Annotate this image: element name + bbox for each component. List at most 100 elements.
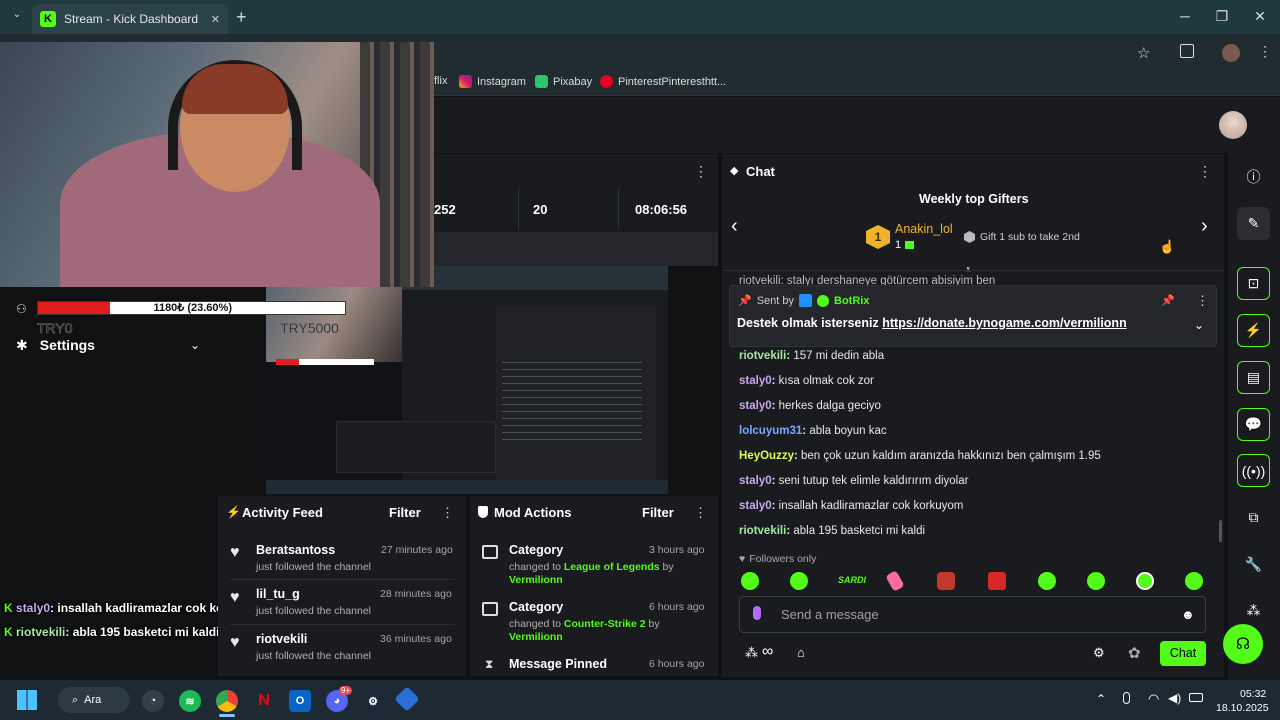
- emote-icon[interactable]: [1185, 572, 1203, 590]
- chrome-icon[interactable]: [216, 690, 238, 712]
- chevron-right-icon[interactable]: ›: [1201, 215, 1208, 238]
- top-gifter-name[interactable]: Anakin_lol: [895, 222, 953, 236]
- emote-icon[interactable]: [1038, 572, 1056, 590]
- emote-icon[interactable]: [1087, 572, 1105, 590]
- battery-icon[interactable]: [1189, 693, 1203, 702]
- close-window-icon[interactable]: ✕: [1250, 8, 1270, 25]
- activity-menu-icon[interactable]: ⋮: [441, 505, 454, 521]
- minimize-icon[interactable]: ─: [1175, 8, 1195, 24]
- feed-divider: [230, 624, 455, 625]
- pinned-body: Destek olmak isterseniz https://donate.b…: [737, 316, 1127, 330]
- tray-chevron-icon[interactable]: ⌃: [1096, 692, 1106, 706]
- profile-avatar[interactable]: [1222, 44, 1240, 62]
- new-tab-button[interactable]: +: [236, 7, 247, 28]
- tray-mic-icon[interactable]: [1123, 692, 1130, 704]
- store-icon[interactable]: ⌂: [797, 645, 805, 660]
- stats-menu-icon[interactable]: ⋮: [694, 163, 708, 180]
- steam-icon[interactable]: ⚙: [362, 690, 384, 712]
- chat-message: staly0: seni tutup tek elimle kaldırırım…: [739, 475, 969, 487]
- stream-uptime: 08:06:56: [635, 202, 688, 217]
- emote-icon[interactable]: [988, 572, 1006, 590]
- taskbar-search[interactable]: ⌕ Ara: [58, 687, 130, 713]
- layout-icon[interactable]: ⧉: [1237, 501, 1270, 534]
- emote-icon[interactable]: [1136, 572, 1154, 590]
- mod-item-time: 6 hours ago: [649, 601, 705, 613]
- kick-badge-icon: K: [4, 601, 13, 615]
- notes-icon[interactable]: ▤: [1237, 361, 1270, 394]
- feed-user: riotvekili: [256, 632, 308, 646]
- emote-icon[interactable]: [937, 572, 955, 590]
- chat-rail-icon[interactable]: 💬: [1237, 408, 1270, 441]
- chat-menu-icon[interactable]: ⋮: [1198, 163, 1212, 180]
- follower-count: 20: [533, 202, 548, 217]
- settings-row[interactable]: ✱ Settings ⌄: [16, 335, 200, 355]
- windows-start-icon[interactable]: [17, 690, 37, 710]
- pinned-menu-icon[interactable]: ⋮: [1196, 293, 1209, 309]
- maximize-icon[interactable]: ❐: [1212, 8, 1232, 25]
- taskbar-date[interactable]: 18.10.2025: [1216, 702, 1269, 714]
- donation-progress-text: 1180₺ (23.60%): [153, 302, 232, 314]
- emote-icon[interactable]: [790, 572, 808, 590]
- activity-filter-button[interactable]: Filter: [389, 505, 421, 520]
- bookmark-instagram[interactable]: Instagram: [459, 75, 526, 88]
- bot-settings-icon[interactable]: ✿: [1128, 644, 1141, 662]
- wifi-icon[interactable]: ◠: [1148, 691, 1159, 707]
- feed-time: 28 minutes ago: [380, 588, 452, 600]
- top-gifter-count: 1: [895, 239, 915, 251]
- emote-sardi[interactable]: SARDI: [838, 575, 866, 585]
- heart-icon: ♥: [230, 544, 240, 561]
- mod-filter-button[interactable]: Filter: [642, 505, 674, 520]
- gift-icon: [905, 241, 915, 249]
- goal-min-label: TRY0: [37, 320, 73, 337]
- outlook-icon[interactable]: O: [289, 690, 311, 712]
- netflix-icon[interactable]: N: [253, 690, 275, 712]
- browser-menu-icon[interactable]: ⋮: [1258, 43, 1272, 60]
- volume-icon[interactable]: ◀): [1168, 691, 1181, 705]
- search-icon: ⌕: [72, 693, 79, 706]
- edit-icon[interactable]: ✎: [1237, 207, 1270, 240]
- mod-item-desc: changed to Counter-Strike 2 by: [509, 618, 660, 630]
- taskbar-time[interactable]: 05:32: [1240, 688, 1266, 700]
- chat-scrollbar[interactable]: [1219, 520, 1222, 542]
- bookmark-pixabay[interactable]: Pixabay: [535, 75, 592, 88]
- emote-icon[interactable]: [741, 572, 759, 590]
- chat-settings-icon[interactable]: ⚙: [1093, 645, 1105, 661]
- donate-link[interactable]: https://donate.bynogame.com/vermilionn: [882, 316, 1126, 330]
- bookmark-pinterest[interactable]: PinterestPinteresthtt...: [600, 75, 726, 88]
- emoji-icon[interactable]: ☻: [1181, 607, 1195, 622]
- tab-list-button[interactable]: ⌄: [8, 9, 26, 25]
- stats-divider: [618, 188, 619, 230]
- unpin-icon[interactable]: 📌: [1161, 294, 1175, 307]
- users-icon[interactable]: ⁂: [1237, 594, 1270, 627]
- chat-users-icon[interactable]: ⁂: [745, 645, 758, 661]
- chevron-down-icon[interactable]: ⌄: [1194, 318, 1204, 332]
- widgets-icon[interactable]: ◔: [142, 690, 164, 712]
- bookmark-star-icon[interactable]: ☆: [1137, 44, 1150, 62]
- tab-close-icon[interactable]: ✕: [211, 13, 220, 26]
- activity-feed-title: Activity Feed: [242, 505, 323, 520]
- extensions-icon[interactable]: [1180, 44, 1194, 58]
- mod-item-time: 6 hours ago: [649, 658, 705, 670]
- infinity-icon: ∞: [762, 643, 774, 660]
- mod-item-time: 3 hours ago: [649, 544, 705, 556]
- mod-item-title: Category: [509, 600, 564, 614]
- gifters-title: Weekly top Gifters: [919, 192, 1029, 206]
- broadcast-icon[interactable]: ((•)): [1237, 454, 1270, 487]
- bolt-icon[interactable]: ⚡: [1237, 314, 1270, 347]
- chat-title: Chat: [746, 164, 775, 179]
- mod-item-desc: changed to League of Legends by: [509, 561, 674, 573]
- mic-icon[interactable]: [753, 606, 761, 620]
- wrench-icon[interactable]: 🔧: [1237, 548, 1270, 581]
- clip-icon[interactable]: ⊡: [1237, 267, 1270, 300]
- send-chat-button[interactable]: Chat: [1160, 641, 1206, 666]
- spotify-icon[interactable]: ≋: [179, 690, 201, 712]
- mod-menu-icon[interactable]: ⋮: [694, 505, 707, 521]
- bookmark-netflix[interactable]: flix: [434, 75, 447, 87]
- mod-item-title: Message Pinned: [509, 657, 607, 671]
- support-headset-icon[interactable]: ☊: [1223, 624, 1263, 664]
- browser-tab[interactable]: K Stream - Kick Dashboard ✕: [32, 4, 228, 34]
- instagram-icon: [459, 75, 472, 88]
- info-icon[interactable]: ⓘ: [1237, 160, 1270, 193]
- chevron-left-icon[interactable]: ‹: [731, 215, 738, 238]
- user-avatar[interactable]: [1219, 111, 1247, 139]
